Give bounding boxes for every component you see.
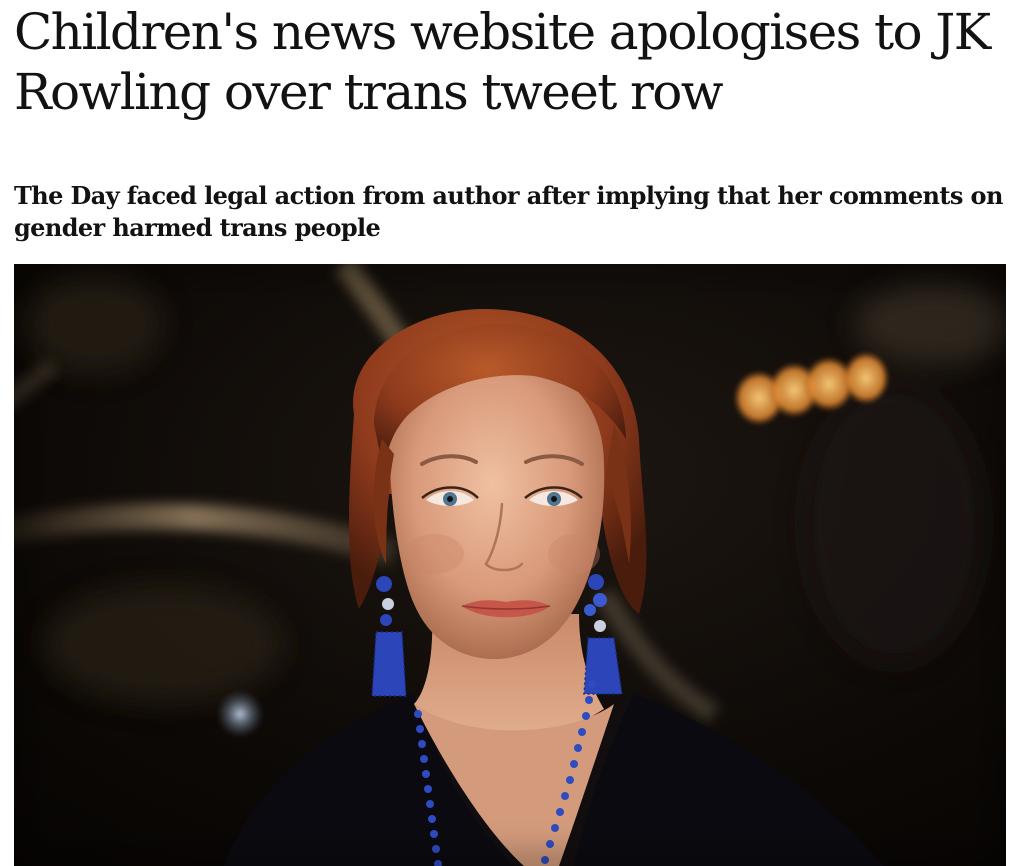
article-main-image (14, 264, 1006, 866)
portrait-photo-illustration (14, 264, 1006, 866)
article: Children's news website apologises to JK… (0, 0, 1020, 866)
article-headline: Children's news website apologises to JK… (14, 3, 991, 121)
article-standfirst: The Day faced legal action from author a… (14, 181, 1003, 242)
